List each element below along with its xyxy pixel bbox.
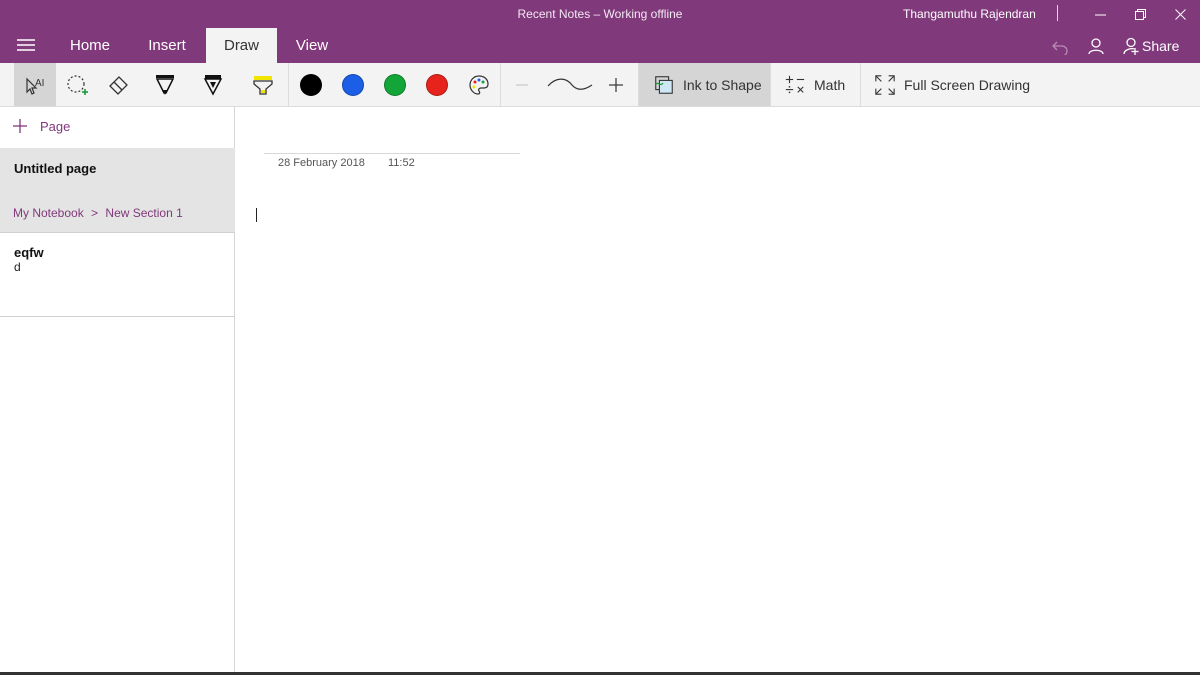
thickness-decrease-button[interactable] — [508, 63, 536, 106]
thickness-preview — [540, 63, 600, 106]
color-red-swatch[interactable] — [416, 63, 458, 106]
page-item-title: Untitled page — [14, 161, 97, 176]
breadcrumb-section[interactable]: New Section 1 — [105, 206, 182, 220]
ink-to-shape-button[interactable]: Ink to Shape — [639, 63, 770, 106]
tab-insert[interactable]: Insert — [134, 28, 200, 63]
page-item-title: eqfw — [14, 245, 44, 260]
pen-tool-1[interactable] — [143, 63, 187, 106]
plus-icon — [13, 119, 27, 133]
minimize-button[interactable] — [1087, 3, 1113, 25]
color-dot-blue — [342, 73, 364, 96]
pen-tool-2[interactable] — [191, 63, 235, 106]
ink-to-shape-label: Ink to Shape — [683, 76, 762, 93]
math-button[interactable]: Math — [772, 63, 860, 106]
tab-draw[interactable]: Draw — [206, 28, 277, 63]
lasso-select-icon — [67, 74, 88, 95]
ribbon-separator — [500, 63, 501, 106]
palette-icon — [469, 74, 489, 95]
note-time: 11:52 — [388, 157, 415, 169]
hamburger-menu-icon[interactable] — [16, 38, 36, 52]
account-button[interactable] — [1087, 35, 1105, 57]
stroke-preview-icon — [547, 78, 593, 90]
undo-icon — [1052, 41, 1068, 55]
page-list-item[interactable]: eqfw d — [0, 233, 235, 317]
full-screen-drawing-label: Full Screen Drawing — [904, 76, 1031, 93]
text-cursor — [256, 208, 257, 222]
eraser-icon — [109, 75, 128, 95]
thickness-increase-button[interactable] — [602, 63, 630, 106]
pen-black-2-icon — [203, 74, 223, 96]
color-dot-red — [426, 73, 448, 96]
restore-icon — [1134, 8, 1146, 20]
close-icon — [1174, 8, 1186, 20]
pen-black-icon — [155, 74, 175, 95]
more-colors-button[interactable] — [458, 63, 500, 106]
page-list-pane: Page Untitled page My Notebook > New Sec… — [0, 107, 235, 675]
color-dot-black — [300, 73, 322, 96]
page-title-line[interactable] — [264, 153, 520, 154]
minus-icon — [516, 83, 528, 86]
page-item-breadcrumb: My Notebook > New Section 1 — [13, 206, 183, 220]
full-screen-drawing-button[interactable]: Full Screen Drawing — [862, 63, 1032, 106]
color-dot-green — [384, 73, 406, 96]
add-page-button[interactable]: Page — [12, 118, 70, 134]
lasso-select-tool[interactable] — [56, 63, 98, 106]
restore-button[interactable] — [1127, 3, 1153, 25]
highlighter-tool[interactable] — [240, 63, 286, 106]
user-name[interactable]: Thangamuthu Rajendran — [903, 7, 1036, 21]
draw-ribbon: AI Ink to Shape Math Full Screen Drawing — [0, 63, 1200, 107]
plus-icon — [609, 77, 623, 92]
color-blue-swatch[interactable] — [332, 63, 374, 106]
tab-home[interactable]: Home — [56, 28, 124, 63]
note-date: 28 February 2018 — [278, 157, 365, 169]
note-canvas[interactable]: 28 February 2018 11:52 — [236, 107, 1200, 675]
highlighter-yellow-icon — [253, 75, 273, 95]
undo-button[interactable] — [1051, 35, 1069, 57]
svg-text:AI: AI — [35, 78, 44, 89]
close-button[interactable] — [1167, 3, 1193, 25]
color-green-swatch[interactable] — [374, 63, 416, 106]
person-icon — [1088, 38, 1104, 55]
share-button[interactable]: Share — [1122, 35, 1179, 57]
breadcrumb-separator: > — [91, 206, 99, 220]
share-label: Share — [1142, 38, 1180, 54]
minimize-icon — [1094, 14, 1106, 15]
tab-view[interactable]: View — [284, 28, 340, 63]
ribbon-separator — [860, 63, 861, 106]
title-bar: Recent Notes – Working offline Thangamut… — [0, 0, 1200, 63]
eraser-tool[interactable] — [98, 63, 140, 106]
ribbon-separator — [288, 63, 289, 106]
full-screen-icon — [875, 74, 895, 95]
page-item-preview: d — [14, 260, 21, 274]
share-person-icon — [1123, 37, 1139, 55]
ribbon-separator — [770, 63, 771, 106]
math-icon — [785, 75, 805, 93]
color-black-swatch[interactable] — [290, 63, 332, 106]
type-select-icon: AI — [26, 77, 44, 95]
breadcrumb-notebook[interactable]: My Notebook — [13, 206, 84, 220]
math-label: Math — [814, 76, 846, 93]
add-page-label: Page — [40, 118, 71, 134]
type-select-tool[interactable]: AI — [14, 63, 56, 106]
title-divider — [1057, 5, 1058, 21]
ink-to-shape-icon — [655, 75, 673, 94]
page-list-item[interactable]: Untitled page My Notebook > New Section … — [0, 148, 235, 233]
